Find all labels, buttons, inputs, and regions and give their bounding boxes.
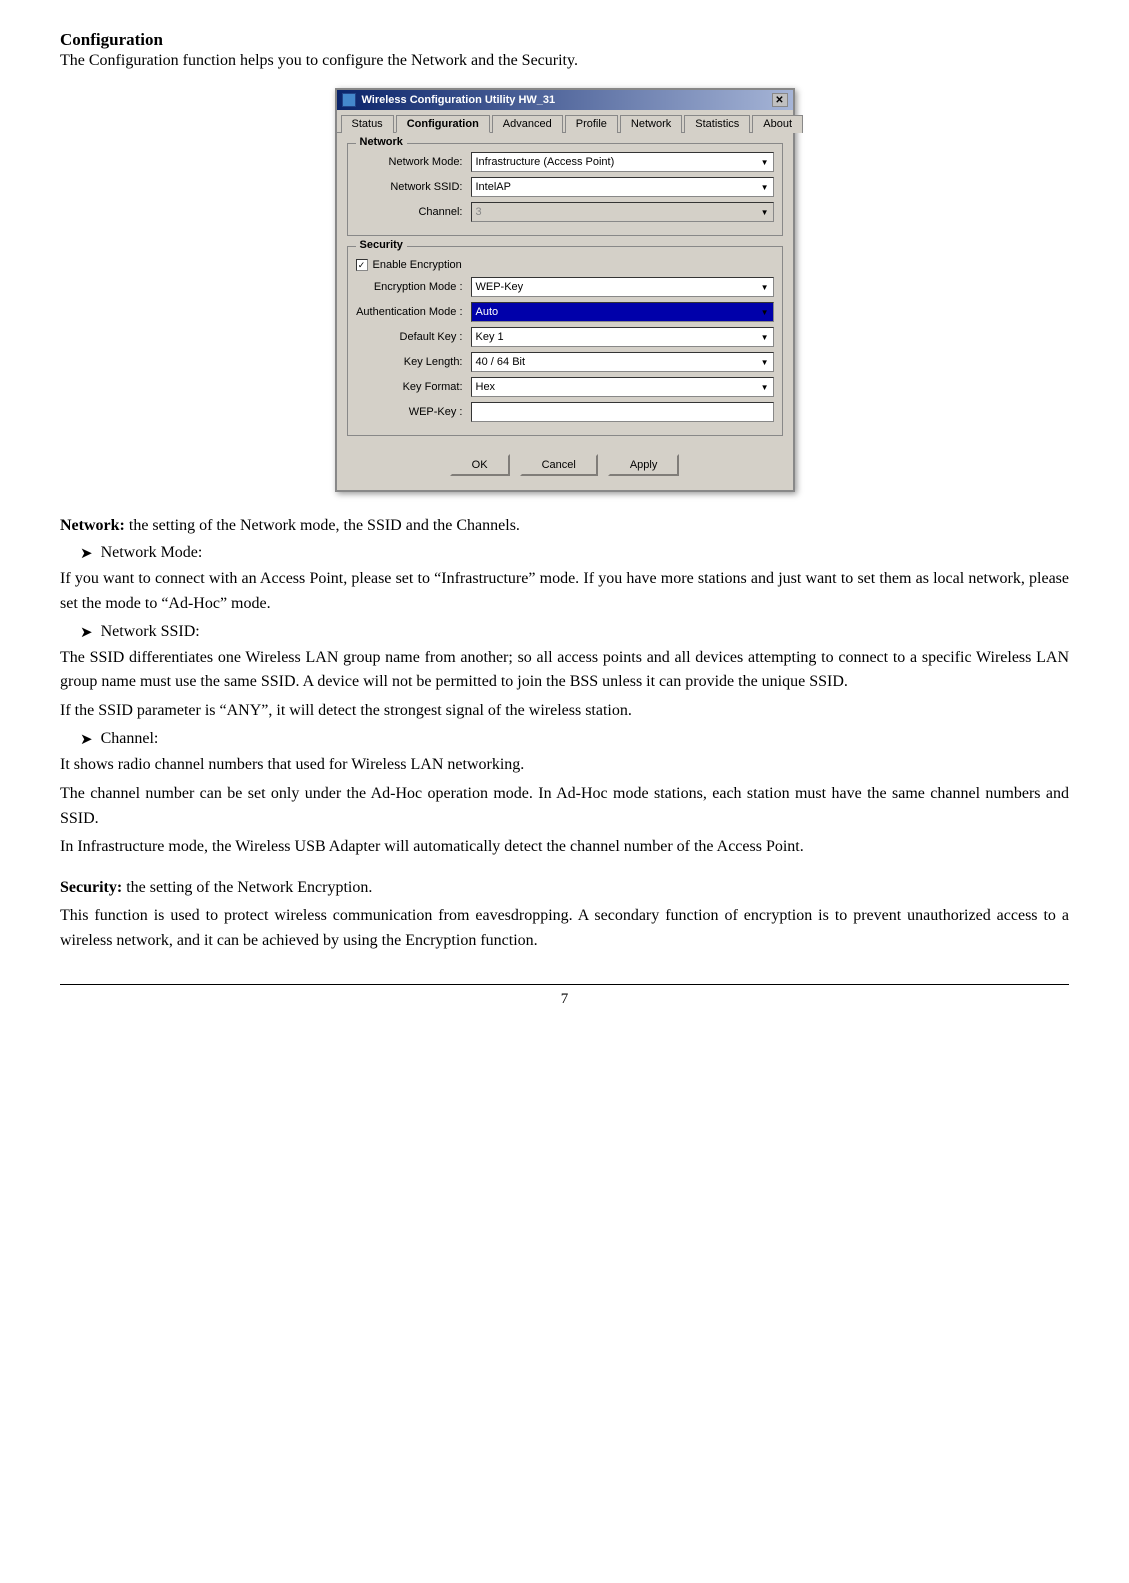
encryption-mode-label: Encryption Mode :	[356, 281, 471, 293]
network-mode-dropdown[interactable]: Infrastructure (Access Point) ▼	[471, 152, 774, 172]
encryption-mode-row: Encryption Mode : WEP-Key ▼	[356, 277, 774, 297]
channel-arrow: ▼	[761, 208, 769, 217]
network-mode-value: Infrastructure (Access Point)	[476, 156, 615, 168]
tab-profile[interactable]: Profile	[565, 115, 618, 133]
security-para: This function is used to protect wireles…	[60, 904, 1069, 954]
enable-encryption-label: Enable Encryption	[373, 259, 462, 271]
network-mode-label: Network Mode:	[356, 156, 471, 168]
bullet-arrow-2: ➤	[80, 623, 93, 642]
default-key-value: Key 1	[476, 331, 504, 343]
wep-key-label: WEP-Key :	[356, 406, 471, 418]
security-heading-desc: the setting of the Network Encryption.	[126, 879, 372, 896]
bullet2-para1: The SSID differentiates one Wireless LAN…	[60, 646, 1069, 696]
network-group: Network Network Mode: Infrastructure (Ac…	[347, 143, 783, 236]
bullet3-para1: It shows radio channel numbers that used…	[60, 753, 1069, 778]
auth-mode-value: Auto	[476, 306, 499, 318]
tab-network[interactable]: Network	[620, 115, 682, 133]
channel-dropdown[interactable]: 3 ▼	[471, 202, 774, 222]
dialog-tabs: Status Configuration Advanced Profile Ne…	[337, 110, 793, 133]
auth-mode-row: Authentication Mode : Auto ▼	[356, 302, 774, 322]
dialog-titlebar: Wireless Configuration Utility HW_31 ✕	[337, 90, 793, 110]
wep-key-row: WEP-Key :	[356, 402, 774, 422]
channel-value: 3	[476, 206, 482, 218]
encryption-mode-value: WEP-Key	[476, 281, 524, 293]
dialog-title-text: Wireless Configuration Utility HW_31	[362, 94, 556, 106]
channel-label: Channel:	[356, 206, 471, 218]
key-length-dropdown[interactable]: 40 / 64 Bit ▼	[471, 352, 774, 372]
network-ssid-label: Network SSID:	[356, 181, 471, 193]
key-length-value: 40 / 64 Bit	[476, 356, 526, 368]
key-length-label: Key Length:	[356, 356, 471, 368]
bullet-ssid: ➤ Network SSID:	[80, 623, 1069, 642]
bullet3-para3: In Infrastructure mode, the Wireless USB…	[60, 835, 1069, 860]
security-section-heading: Security: the setting of the Network Enc…	[60, 876, 1069, 900]
default-key-arrow: ▼	[761, 333, 769, 342]
network-heading-bold: Network:	[60, 517, 125, 534]
page-number: 7	[60, 991, 1069, 1008]
tab-configuration[interactable]: Configuration	[396, 115, 490, 133]
security-heading-bold: Security:	[60, 879, 122, 896]
encryption-mode-arrow: ▼	[761, 283, 769, 292]
key-format-arrow: ▼	[761, 383, 769, 392]
network-ssid-row: Network SSID: IntelAP ▼	[356, 177, 774, 197]
bullet1-label: Network Mode:	[101, 544, 203, 562]
enable-encryption-checkbox[interactable]: ✓	[356, 259, 368, 271]
page-title: Configuration	[60, 30, 1069, 50]
bullet3-para2: The channel number can be set only under…	[60, 782, 1069, 832]
key-format-row: Key Format: Hex ▼	[356, 377, 774, 397]
auth-mode-label: Authentication Mode :	[356, 306, 471, 318]
default-key-dropdown[interactable]: Key 1 ▼	[471, 327, 774, 347]
encryption-mode-dropdown[interactable]: WEP-Key ▼	[471, 277, 774, 297]
auth-mode-arrow: ▼	[761, 308, 769, 317]
tab-advanced[interactable]: Advanced	[492, 115, 563, 133]
ok-button[interactable]: OK	[450, 454, 510, 476]
network-ssid-dropdown[interactable]: IntelAP ▼	[471, 177, 774, 197]
bullet-arrow-1: ➤	[80, 544, 93, 563]
intro-text: The Configuration function helps you to …	[60, 52, 1069, 70]
dialog-title-group: Wireless Configuration Utility HW_31	[342, 93, 556, 107]
bullet-arrow-3: ➤	[80, 730, 93, 749]
tab-about[interactable]: About	[752, 115, 803, 133]
bullet-channel: ➤ Channel:	[80, 730, 1069, 749]
tab-statistics[interactable]: Statistics	[684, 115, 750, 133]
wep-key-input[interactable]	[471, 402, 774, 422]
key-format-label: Key Format:	[356, 381, 471, 393]
security-group: Security ✓ Enable Encryption Encryption …	[347, 246, 783, 436]
network-heading-desc: the setting of the Network mode, the SSI…	[129, 517, 520, 534]
bullet1-para: If you want to connect with an Access Po…	[60, 567, 1069, 617]
key-length-arrow: ▼	[761, 358, 769, 367]
app-icon	[342, 93, 356, 107]
cancel-button[interactable]: Cancel	[520, 454, 598, 476]
channel-row: Channel: 3 ▼	[356, 202, 774, 222]
tab-status[interactable]: Status	[341, 115, 394, 133]
enable-encryption-row: ✓ Enable Encryption	[356, 259, 774, 271]
bullet3-label: Channel:	[101, 730, 159, 748]
network-ssid-value: IntelAP	[476, 181, 511, 193]
key-format-dropdown[interactable]: Hex ▼	[471, 377, 774, 397]
page-divider	[60, 984, 1069, 985]
dialog-buttons: OK Cancel Apply	[347, 446, 783, 480]
apply-button[interactable]: Apply	[608, 454, 680, 476]
network-section-heading: Network: the setting of the Network mode…	[60, 514, 1069, 538]
bullet-network-mode: ➤ Network Mode:	[80, 544, 1069, 563]
dialog-body: Network Network Mode: Infrastructure (Ac…	[337, 133, 793, 490]
key-format-value: Hex	[476, 381, 496, 393]
network-mode-arrow: ▼	[761, 158, 769, 167]
default-key-row: Default Key : Key 1 ▼	[356, 327, 774, 347]
bullet2-para2: If the SSID parameter is “ANY”, it will …	[60, 699, 1069, 724]
dialog-box: Wireless Configuration Utility HW_31 ✕ S…	[335, 88, 795, 492]
default-key-label: Default Key :	[356, 331, 471, 343]
network-mode-row: Network Mode: Infrastructure (Access Poi…	[356, 152, 774, 172]
auth-mode-dropdown[interactable]: Auto ▼	[471, 302, 774, 322]
key-length-row: Key Length: 40 / 64 Bit ▼	[356, 352, 774, 372]
close-button[interactable]: ✕	[772, 93, 788, 107]
network-ssid-arrow: ▼	[761, 183, 769, 192]
security-group-label: Security	[356, 239, 407, 251]
network-group-label: Network	[356, 136, 407, 148]
bullet2-label: Network SSID:	[101, 623, 200, 641]
